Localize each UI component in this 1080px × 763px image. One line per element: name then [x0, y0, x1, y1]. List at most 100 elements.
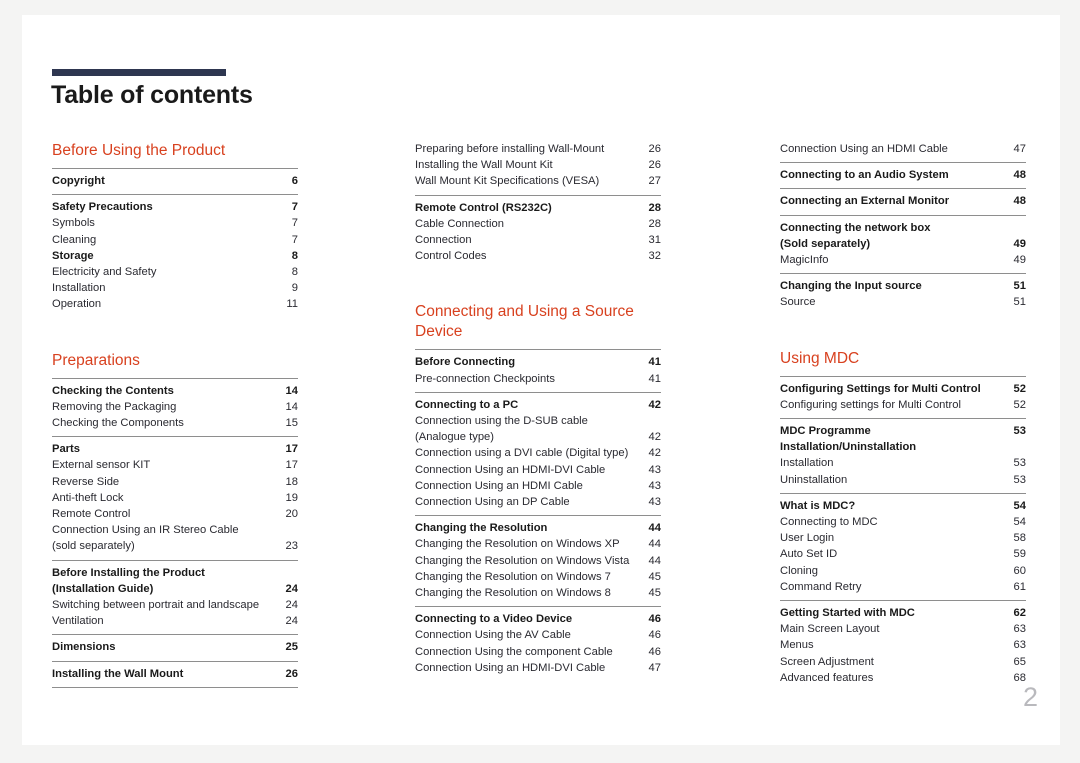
- toc-entry[interactable]: Connection using the D-SUB cable 0: [415, 413, 661, 429]
- toc-entry[interactable]: Switching between portrait and landscape…: [52, 597, 298, 613]
- toc-entry-page: 6: [291, 175, 298, 187]
- toc-entry[interactable]: Cloning 60: [780, 563, 1026, 579]
- toc-entry-heading[interactable]: Safety Precautions 7: [52, 199, 298, 215]
- toc-entry-heading[interactable]: Dimensions 25: [52, 639, 298, 655]
- toc-entry[interactable]: Installation 9: [52, 280, 298, 296]
- toc-entry-page: 15: [285, 417, 298, 430]
- toc-entry[interactable]: Source 51: [780, 294, 1026, 310]
- toc-entry-heading[interactable]: Getting Started with MDC 62: [780, 605, 1026, 621]
- toc-entry[interactable]: Connection Using an DP Cable 43: [415, 494, 661, 510]
- toc-entry-heading[interactable]: Storage 8: [52, 248, 298, 264]
- toc-entry-heading[interactable]: Connecting the network box 0: [780, 220, 1026, 236]
- toc-entry[interactable]: Installing the Wall Mount Kit 26: [415, 157, 661, 173]
- toc-entry-heading[interactable]: (Sold separately) 49: [780, 236, 1026, 252]
- toc-entry-label: Menus: [780, 639, 814, 652]
- toc-entry-label: Connection Using an HDMI-DVI Cable: [415, 463, 606, 476]
- toc-entry[interactable]: Connection Using an HDMI Cable 43: [415, 478, 661, 494]
- toc-entry-label: Electricity and Safety: [52, 266, 157, 279]
- toc-entry[interactable]: MagicInfo 49: [780, 252, 1026, 268]
- toc-entry-heading[interactable]: (Installation Guide) 24: [52, 581, 298, 597]
- toc-entry-label: Removing the Packaging: [52, 400, 177, 413]
- toc-entry[interactable]: Checking the Components 15: [52, 415, 298, 431]
- toc-entry-heading[interactable]: Connecting an External Monitor 48: [780, 193, 1026, 209]
- toc-entry[interactable]: Advanced features 68: [780, 670, 1026, 686]
- toc-entry-label: Connection Using an HDMI Cable: [415, 479, 583, 492]
- toc-entry[interactable]: Connecting to MDC 54: [780, 514, 1026, 530]
- toc-entry-heading[interactable]: What is MDC? 54: [780, 498, 1026, 514]
- toc-entry[interactable]: User Login 58: [780, 530, 1026, 546]
- toc-entry[interactable]: Connection 31: [415, 232, 661, 248]
- toc-group: Installing the Wall Mount 26: [52, 660, 298, 688]
- toc-entry[interactable]: Installation 53: [780, 455, 1026, 471]
- toc-entry[interactable]: Connection Using an IR Stereo Cable 0: [52, 522, 298, 538]
- toc-entry-page: 7: [291, 217, 298, 230]
- toc-entry[interactable]: Ventilation 24: [52, 613, 298, 629]
- toc-entry-heading[interactable]: Connecting to an Audio System 48: [780, 167, 1026, 183]
- toc-section-heading[interactable]: Before Using the Product: [52, 141, 298, 161]
- toc-entry-label: Connecting to a Video Device: [415, 613, 573, 626]
- toc-entry[interactable]: Main Screen Layout 63: [780, 621, 1026, 637]
- toc-entry-heading[interactable]: Checking the Contents 14: [52, 383, 298, 399]
- toc-entry-heading[interactable]: Before Connecting 41: [415, 354, 661, 370]
- toc-entry-label: External sensor KIT: [52, 459, 151, 472]
- toc-entry-page: 46: [648, 629, 661, 642]
- toc-entry-heading[interactable]: Before Installing the Product 0: [52, 565, 298, 581]
- toc-entry[interactable]: (sold separately) 23: [52, 538, 298, 554]
- toc-section-heading[interactable]: Using MDC: [780, 349, 1026, 369]
- toc-entry[interactable]: Wall Mount Kit Specifications (VESA) 27: [415, 173, 661, 189]
- toc-entry-heading[interactable]: Copyright 6: [52, 173, 298, 189]
- toc-entry[interactable]: Changing the Resolution on Windows 7 45: [415, 569, 661, 585]
- toc-entry[interactable]: Connection Using an HDMI-DVI Cable 43: [415, 462, 661, 478]
- toc-entry-heading[interactable]: Configuring Settings for Multi Control 52: [780, 381, 1026, 397]
- toc-entry-label: Connecting the network box: [780, 221, 931, 234]
- page-number: 2: [1022, 682, 1038, 712]
- toc-entry[interactable]: Pre-connection Checkpoints 41: [415, 371, 661, 387]
- toc-entry-page: 43: [648, 479, 661, 492]
- toc-entry[interactable]: External sensor KIT 17: [52, 457, 298, 473]
- toc-entry[interactable]: Cable Connection 28: [415, 216, 661, 232]
- toc-entry[interactable]: Removing the Packaging 14: [52, 399, 298, 415]
- toc-entry-label: What is MDC?: [780, 499, 856, 512]
- toc-entry-heading[interactable]: MDC Programme Installation/Uninstallatio…: [780, 423, 1026, 455]
- toc-entry[interactable]: Remote Control 20: [52, 506, 298, 522]
- toc-entry[interactable]: Menus 63: [780, 637, 1026, 653]
- toc-entry[interactable]: Symbols 7: [52, 215, 298, 231]
- toc-entry-heading[interactable]: Installing the Wall Mount 26: [52, 666, 298, 682]
- toc-entry[interactable]: Operation 11: [52, 296, 298, 312]
- toc-entry[interactable]: Anti-theft Lock 19: [52, 490, 298, 506]
- toc-entry-label: Pre-connection Checkpoints: [415, 372, 555, 385]
- column-2: Preparing before installing Wall-Mount 26…: [415, 141, 661, 681]
- toc-entry[interactable]: Connection Using the component Cable 46: [415, 644, 661, 660]
- toc-entry[interactable]: Screen Adjustment 65: [780, 654, 1026, 670]
- toc-entry[interactable]: Uninstallation 53: [780, 472, 1026, 488]
- toc-entry[interactable]: Configuring settings for Multi Control 52: [780, 397, 1026, 413]
- toc-entry[interactable]: (Analogue type) 42: [415, 429, 661, 445]
- toc-section-heading[interactable]: Preparations: [52, 351, 298, 371]
- toc-entry-heading[interactable]: Changing the Input source 51: [780, 278, 1026, 294]
- toc-entry[interactable]: Electricity and Safety 8: [52, 264, 298, 280]
- toc-entry[interactable]: Changing the Resolution on Windows 8 45: [415, 585, 661, 601]
- toc-entry-heading[interactable]: Changing the Resolution 44: [415, 520, 661, 536]
- toc-entry-heading[interactable]: Parts 17: [52, 441, 298, 457]
- toc-entry[interactable]: Connection Using the AV Cable 46: [415, 627, 661, 643]
- toc-entry-label: (Installation Guide): [52, 582, 154, 595]
- toc-entry-label: Screen Adjustment: [780, 655, 874, 668]
- toc-entry[interactable]: Connection Using an HDMI-DVI Cable 47: [415, 660, 661, 676]
- toc-entry[interactable]: Changing the Resolution on Windows XP 44: [415, 536, 661, 552]
- toc-entry-heading[interactable]: Connecting to a Video Device 46: [415, 611, 661, 627]
- toc-entry[interactable]: Connection Using an HDMI Cable 47: [780, 141, 1026, 157]
- toc-entry[interactable]: Auto Set ID 59: [780, 546, 1026, 562]
- toc-entry-page: 53: [1013, 473, 1026, 486]
- toc-entry[interactable]: Command Retry 61: [780, 579, 1026, 595]
- toc-entry-heading[interactable]: Remote Control (RS232C) 28: [415, 200, 661, 216]
- toc-entry[interactable]: Connection using a DVI cable (Digital ty…: [415, 445, 661, 461]
- toc-entry[interactable]: Cleaning 7: [52, 232, 298, 248]
- toc-entry-page: 0: [647, 413, 661, 429]
- toc-entry[interactable]: Preparing before installing Wall-Mount 26: [415, 141, 661, 157]
- toc-entry[interactable]: Changing the Resolution on Windows Vista…: [415, 553, 661, 569]
- toc-section-heading[interactable]: Connecting and Using a Source Device: [415, 302, 661, 342]
- toc-entry[interactable]: Control Codes 32: [415, 248, 661, 264]
- toc-entry-label: Connecting to a PC: [415, 398, 519, 411]
- toc-entry[interactable]: Reverse Side 18: [52, 474, 298, 490]
- toc-entry-heading[interactable]: Connecting to a PC 42: [415, 397, 661, 413]
